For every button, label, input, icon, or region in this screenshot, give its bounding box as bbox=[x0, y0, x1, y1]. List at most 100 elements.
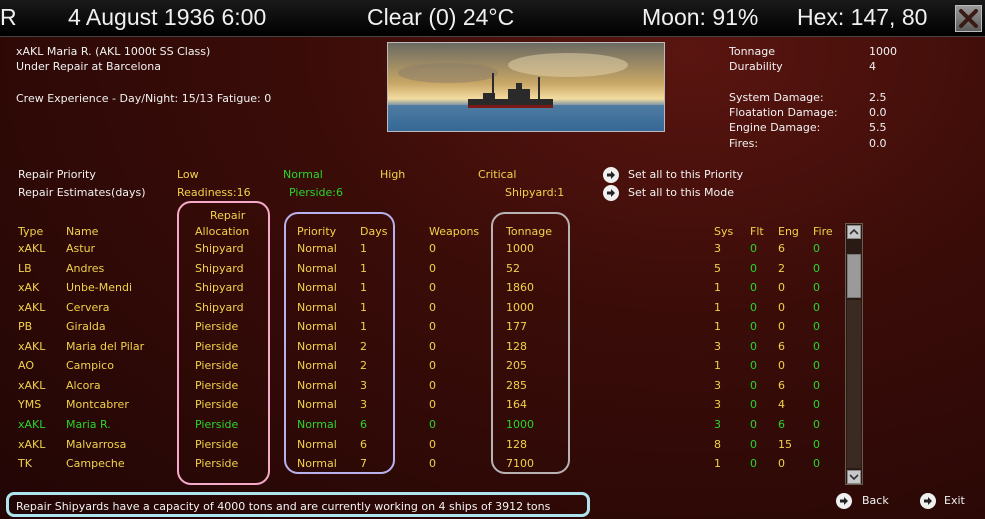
header-date: 4 August 1936 6:00 bbox=[68, 4, 267, 30]
stat-label: Fires: bbox=[729, 137, 759, 150]
row-weapons: 0 bbox=[429, 398, 436, 412]
col-header-weapons[interactable]: Weapons bbox=[429, 225, 479, 238]
priority-low-option[interactable]: Low bbox=[177, 168, 199, 181]
row-type: xAKL bbox=[18, 417, 46, 431]
capacity-message: Repair Shipyards have a capacity of 4000… bbox=[16, 500, 551, 513]
priority-days-highlight bbox=[284, 212, 395, 474]
stat-value: 1000 bbox=[869, 45, 897, 58]
estimate-pierside[interactable]: Pierside:6 bbox=[289, 186, 343, 199]
table-row[interactable]: TK Campeche Pierside Normal 7 0 7100 1 0 0 0 bbox=[0, 457, 840, 477]
set-priority-label[interactable]: Set all to this Priority bbox=[628, 168, 743, 181]
header-weather: Clear (0) 24°C bbox=[367, 4, 515, 30]
row-name: Montcabrer bbox=[66, 398, 129, 412]
row-weapons: 0 bbox=[429, 320, 436, 334]
row-eng: 0 bbox=[778, 320, 785, 334]
priority-critical-option[interactable]: Critical bbox=[478, 168, 516, 181]
table-row[interactable]: AO Campico Pierside Normal 2 0 205 1 0 0 0 bbox=[0, 359, 840, 379]
row-eng: 0 bbox=[778, 457, 785, 471]
stat-label: Engine Damage: bbox=[729, 121, 821, 134]
table-row[interactable]: xAKL Maria del Pilar Pierside Normal 2 0 128 3 0… bbox=[0, 340, 840, 360]
repair-estimates-label: Repair Estimates(days) bbox=[18, 186, 146, 199]
stat-value: 4 bbox=[869, 60, 876, 73]
stat-label: Floatation Damage: bbox=[729, 106, 838, 119]
crew-experience: Crew Experience - Day/Night: 15/13 Fatig… bbox=[16, 92, 272, 105]
row-sys: 1 bbox=[714, 320, 721, 334]
table-row[interactable]: xAKL Alcora Pierside Normal 3 0 285 3 0 6 0 bbox=[0, 379, 840, 399]
table-row[interactable]: xAK Unbe-Mendi Shipyard Normal 1 0 1860 1 0 0 0 bbox=[0, 281, 840, 301]
row-sys: 3 bbox=[714, 339, 721, 353]
row-type: LB bbox=[18, 261, 32, 275]
row-name: Astur bbox=[66, 242, 96, 255]
estimate-shipyard[interactable]: Shipyard:1 bbox=[505, 186, 564, 199]
back-button[interactable] bbox=[836, 493, 852, 509]
table-row[interactable]: xAKL Astur Shipyard Normal 1 0 1000 3 0 6 0 bbox=[0, 242, 840, 262]
row-eng: 0 bbox=[778, 281, 785, 295]
col-header-eng[interactable]: Eng bbox=[778, 225, 799, 238]
row-fire: 0 bbox=[813, 261, 820, 275]
scroll-track[interactable] bbox=[847, 300, 861, 468]
exit-button[interactable] bbox=[920, 493, 936, 509]
col-header-flt[interactable]: Flt bbox=[750, 225, 764, 238]
row-sys: 1 bbox=[714, 457, 721, 471]
close-icon bbox=[959, 9, 978, 28]
scroll-up-button[interactable] bbox=[847, 225, 861, 239]
header-initial: R bbox=[0, 4, 17, 30]
list-scrollbar[interactable] bbox=[845, 223, 863, 485]
row-name: Unbe-Mendi bbox=[66, 281, 133, 295]
tonnage-highlight bbox=[491, 212, 570, 474]
row-weapons: 0 bbox=[429, 261, 436, 275]
ship-status: Under Repair at Barcelona bbox=[16, 60, 161, 73]
row-type: xAK bbox=[18, 281, 40, 295]
table-row[interactable]: xAKL Cervera Shipyard Normal 1 0 1000 1 0 0 0 bbox=[0, 301, 840, 321]
table-row[interactable]: PB Giralda Pierside Normal 1 0 177 1 0 0 0 bbox=[0, 320, 840, 340]
row-sys: 1 bbox=[714, 359, 721, 373]
back-label[interactable]: Back bbox=[862, 494, 889, 507]
scroll-down-button[interactable] bbox=[847, 470, 861, 484]
row-fire: 0 bbox=[813, 320, 820, 334]
row-sys: 1 bbox=[714, 300, 721, 314]
row-flt: 0 bbox=[750, 242, 757, 255]
row-eng: 4 bbox=[778, 398, 785, 412]
row-sys: 3 bbox=[714, 398, 721, 412]
row-sys: 5 bbox=[714, 261, 721, 275]
set-mode-label[interactable]: Set all to this Mode bbox=[628, 186, 734, 199]
stat-label: System Damage: bbox=[729, 91, 824, 104]
row-flt: 0 bbox=[750, 320, 757, 334]
row-weapons: 0 bbox=[429, 242, 436, 255]
row-fire: 0 bbox=[813, 437, 820, 451]
set-priority-button[interactable] bbox=[603, 167, 619, 183]
row-fire: 0 bbox=[813, 417, 820, 431]
row-weapons: 0 bbox=[429, 437, 436, 451]
row-type: xAKL bbox=[18, 378, 46, 392]
col-header-fire[interactable]: Fire bbox=[813, 225, 833, 238]
row-fire: 0 bbox=[813, 339, 820, 353]
row-fire: 0 bbox=[813, 242, 820, 255]
col-header-sys[interactable]: Sys bbox=[714, 225, 733, 238]
set-mode-button[interactable] bbox=[603, 185, 619, 201]
estimate-readiness[interactable]: Readiness:16 bbox=[177, 186, 251, 199]
table-row[interactable]: xAKL Maria R. Pierside Normal 6 0 1000 3 0 6 0 bbox=[0, 418, 840, 438]
row-weapons: 0 bbox=[429, 457, 436, 471]
exit-label[interactable]: Exit bbox=[944, 494, 965, 507]
row-name: Andres bbox=[66, 261, 105, 275]
stat-value: 5.5 bbox=[869, 121, 887, 134]
ship-name-class: xAKL Maria R. (AKL 1000t SS Class) bbox=[16, 45, 211, 58]
row-type: AO bbox=[18, 359, 34, 373]
col-header-name[interactable]: Name bbox=[66, 225, 98, 238]
row-sys: 8 bbox=[714, 437, 721, 451]
row-weapons: 0 bbox=[429, 339, 436, 353]
row-weapons: 0 bbox=[429, 378, 436, 392]
priority-normal-option[interactable]: Normal bbox=[283, 168, 323, 181]
table-row[interactable]: xAKL Malvarrosa Pierside Normal 6 0 128 8 0 15 0 bbox=[0, 438, 840, 458]
priority-high-option[interactable]: High bbox=[380, 168, 405, 181]
row-fire: 0 bbox=[813, 359, 820, 373]
row-sys: 3 bbox=[714, 378, 721, 392]
table-row[interactable]: LB Andres Shipyard Normal 1 0 52 5 0 2 0 bbox=[0, 262, 840, 282]
row-name: Maria R. bbox=[66, 417, 111, 431]
scroll-thumb[interactable] bbox=[847, 254, 861, 298]
row-name: Cervera bbox=[66, 300, 110, 314]
row-eng: 0 bbox=[778, 300, 785, 314]
close-button[interactable] bbox=[955, 5, 982, 32]
col-header-type[interactable]: Type bbox=[18, 225, 43, 238]
table-row[interactable]: YMS Montcabrer Pierside Normal 3 0 164 3 0 4 0 bbox=[0, 398, 840, 418]
